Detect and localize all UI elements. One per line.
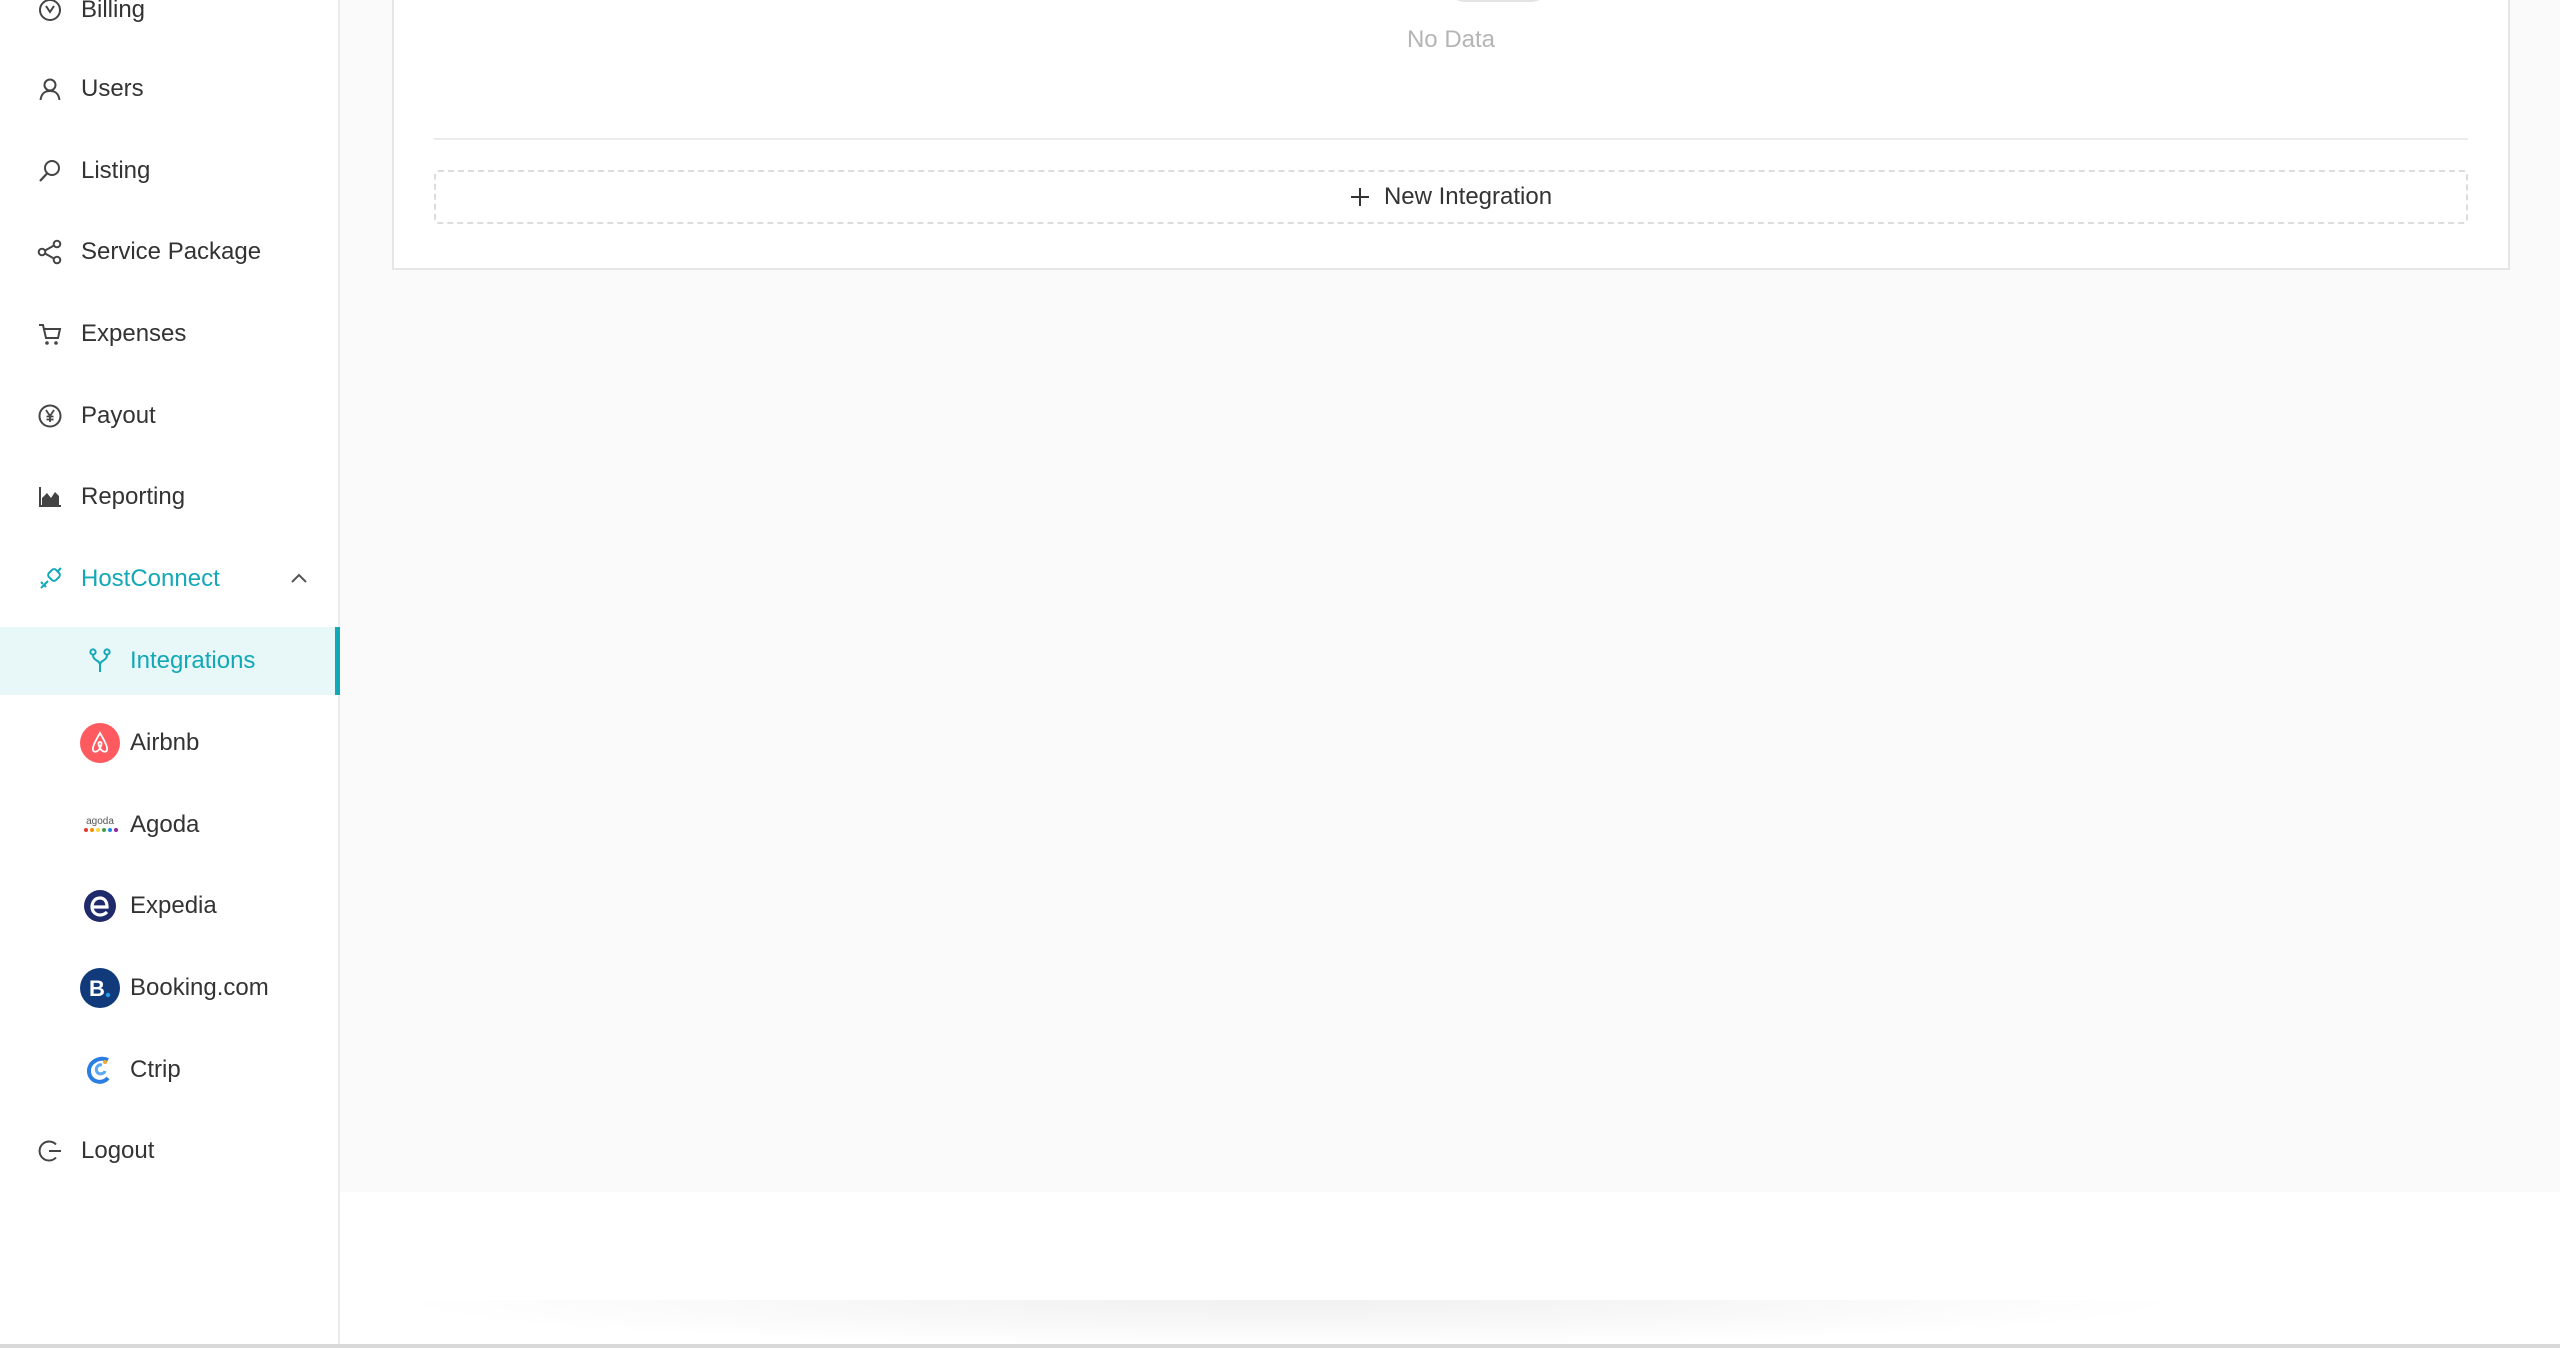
link-icon — [36, 565, 64, 593]
airbnb-logo-icon — [80, 723, 120, 763]
ctrip-logo-icon — [80, 1050, 120, 1090]
sidebar-item-label: Payout — [81, 402, 156, 429]
sidebar-item-airbnb[interactable]: Airbnb — [0, 709, 338, 777]
svg-text:B: B — [89, 976, 105, 1001]
sidebar-item-label: Integrations — [130, 647, 256, 674]
booking-logo-icon: B — [80, 968, 120, 1008]
sidebar-item-listing[interactable]: Listing — [0, 137, 338, 205]
integrations-card: No Data New Integration — [392, 0, 2510, 270]
sidebar-item-label: Expedia — [130, 892, 217, 919]
sidebar-item-logout[interactable]: Logout — [0, 1117, 338, 1185]
billing-icon — [36, 0, 64, 24]
search-icon — [36, 157, 64, 185]
cart-icon — [36, 320, 64, 348]
svg-text:agoda: agoda — [86, 816, 114, 827]
sidebar-item-service-package[interactable]: Service Package — [0, 218, 338, 286]
area-chart-icon — [36, 483, 64, 511]
agoda-logo-icon: agoda — [80, 805, 120, 845]
chevron-up-icon[interactable] — [290, 571, 308, 587]
empty-state-text: No Data — [1406, 26, 1496, 53]
sidebar-item-booking[interactable]: B Booking.com — [0, 954, 338, 1022]
sidebar: Billing Users Listing Service Package Ex… — [0, 0, 340, 1348]
user-icon — [36, 75, 64, 103]
sidebar-item-label: Airbnb — [130, 729, 200, 756]
sidebar-item-label: Reporting — [81, 483, 186, 510]
sidebar-item-hostconnect[interactable]: HostConnect — [0, 545, 338, 613]
fork-icon — [80, 641, 120, 681]
window-bottom-edge — [0, 1344, 2560, 1348]
sidebar-item-label: Service Package — [81, 238, 262, 265]
empty-box-icon — [1450, 0, 1546, 2]
sidebar-item-label: Agoda — [130, 811, 200, 838]
expedia-logo-icon — [80, 886, 120, 926]
sidebar-item-users[interactable]: Users — [0, 55, 338, 123]
sidebar-item-label: Booking.com — [130, 974, 269, 1001]
sidebar-item-label: HostConnect — [81, 565, 220, 592]
sidebar-item-agoda[interactable]: agoda Agoda — [0, 791, 338, 859]
main-content: No Data New Integration — [340, 0, 2560, 1192]
share-icon — [36, 238, 64, 266]
sidebar-item-billing[interactable]: Billing — [0, 0, 338, 44]
sidebar-item-label: Logout — [81, 1137, 155, 1164]
logout-icon — [36, 1137, 64, 1165]
sidebar-item-reporting[interactable]: Reporting — [0, 463, 338, 531]
sidebar-item-label: Listing — [81, 157, 151, 184]
plus-icon — [1350, 187, 1370, 207]
sidebar-item-integrations[interactable]: Integrations — [0, 627, 340, 695]
sidebar-item-label: Billing — [81, 0, 146, 23]
sidebar-item-label: Users — [81, 75, 144, 102]
new-integration-button[interactable]: New Integration — [434, 170, 2468, 224]
sidebar-item-expenses[interactable]: Expenses — [0, 300, 338, 368]
yen-circle-icon — [36, 402, 64, 430]
sidebar-item-label: Expenses — [81, 320, 187, 347]
divider — [434, 138, 2468, 140]
sidebar-item-ctrip[interactable]: Ctrip — [0, 1036, 338, 1104]
sidebar-item-label: Ctrip — [130, 1056, 181, 1083]
new-integration-label: New Integration — [1383, 183, 1553, 210]
sidebar-item-expedia[interactable]: Expedia — [0, 872, 338, 940]
footer-shadow — [380, 1300, 2200, 1348]
sidebar-item-payout[interactable]: Payout — [0, 382, 338, 450]
